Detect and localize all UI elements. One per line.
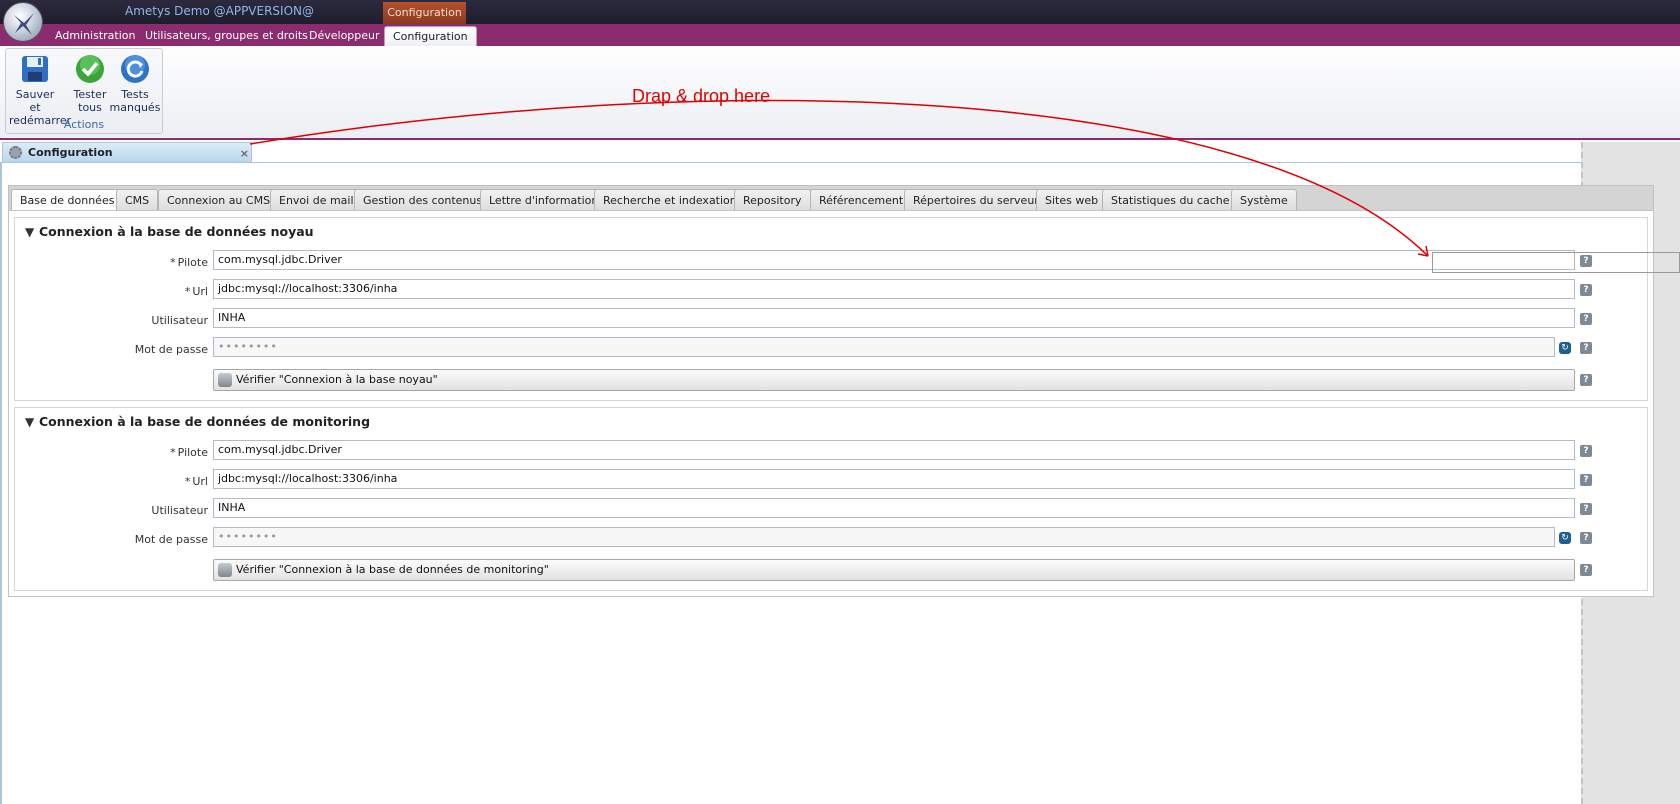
tab-administration[interactable]: Administration: [47, 26, 144, 46]
panel-left-border: [0, 162, 2, 804]
field-label-driver: * Pilote: [170, 446, 208, 459]
ribbon-group-label: Actions: [63, 118, 105, 131]
save-restart-button[interactable]: Sauver et redémarrer: [9, 51, 71, 127]
database-icon: [218, 563, 232, 577]
save-restart-label-line1: Sauver et: [15, 88, 55, 114]
help-icon[interactable]: ?: [1580, 474, 1592, 486]
monitoring-url-input[interactable]: jdbc:mysql://localhost:3306/inha: [213, 469, 1575, 489]
tab-lettre-d-information[interactable]: Lettre d'information: [480, 189, 608, 211]
user-input[interactable]: INHA: [213, 308, 1575, 328]
save-icon: [22, 56, 48, 82]
field-label-url: * Url: [184, 475, 208, 488]
section-title-text: Connexion à la base de données noyau: [39, 224, 314, 239]
verify-label: Vérifier "Connexion à la base noyau": [236, 373, 438, 386]
close-icon[interactable]: ×: [240, 144, 249, 163]
chevron-down-icon[interactable]: ▼: [25, 415, 39, 429]
verify-core-connection-button[interactable]: Vérifier "Connexion à la base noyau": [213, 369, 1575, 391]
driver-input[interactable]: com.mysql.jdbc.Driver: [213, 250, 1575, 270]
reset-password-icon[interactable]: ↻: [1559, 532, 1571, 544]
field-label-user: Utilisateur: [151, 504, 208, 517]
tab-envoi-de-mail[interactable]: Envoi de mail: [270, 189, 363, 211]
test-all-label-line1: Tester: [73, 88, 107, 101]
missed-tests-label-line1: Tests: [121, 88, 149, 101]
tab-cms[interactable]: CMS: [116, 189, 159, 211]
help-icon[interactable]: ?: [1580, 284, 1592, 296]
tab-users-groups-rights[interactable]: Utilisateurs, groupes et droits: [137, 26, 316, 46]
test-all-label-line2: tous: [78, 101, 102, 114]
section-title-text: Connexion à la base de données de monito…: [39, 414, 371, 429]
panel-divider: [0, 162, 1680, 163]
title-bar: Ametys Demo @APPVERSION@ Configuration: [0, 0, 1680, 24]
password-input[interactable]: ••••••••: [213, 337, 1555, 357]
tab-developer[interactable]: Développeur: [301, 26, 388, 46]
tab-configuration[interactable]: Configuration: [384, 26, 477, 46]
config-tab-strip: Base de données CMS Connexion au CMS Env…: [8, 185, 1654, 212]
section-title[interactable]: ▼ Connexion à la base de données de monit…: [25, 414, 370, 429]
chevron-down-icon[interactable]: ▼: [25, 225, 39, 239]
ribbon-group-actions: Sauver et redémarrer Tester tous Tests m…: [5, 48, 163, 134]
field-label-url: * Url: [184, 285, 208, 298]
missed-tests-label-line2: manqués: [109, 101, 161, 114]
field-label-user: Utilisateur: [151, 314, 208, 327]
monitoring-password-input[interactable]: ••••••••: [213, 527, 1555, 547]
ribbon: Sauver et redémarrer Tester tous Tests m…: [0, 46, 1680, 140]
panel-title: Configuration: [28, 146, 113, 159]
help-icon[interactable]: ?: [1580, 313, 1592, 325]
tab-recherche-et-indexation[interactable]: Recherche et indexation: [594, 189, 746, 211]
url-input[interactable]: jdbc:mysql://localhost:3306/inha: [213, 279, 1575, 299]
reset-password-icon[interactable]: ↻: [1559, 342, 1571, 354]
verify-label: Vérifier "Connexion à la base de données…: [236, 563, 549, 576]
tab-connexion-au-cms[interactable]: Connexion au CMS: [158, 189, 280, 211]
app-logo-icon[interactable]: [3, 2, 43, 42]
retry-icon: [121, 55, 149, 83]
field-label-driver: * Pilote: [170, 256, 208, 269]
monitoring-user-input[interactable]: INHA: [213, 498, 1575, 518]
help-icon[interactable]: ?: [1580, 445, 1592, 457]
missed-tests-button[interactable]: Tests manqués: [109, 51, 161, 117]
tab-gestion-des-contenus[interactable]: Gestion des contenus: [354, 189, 492, 211]
contextual-tab-configuration[interactable]: Configuration: [383, 2, 466, 24]
section-title[interactable]: ▼ Connexion à la base de données noyau: [25, 224, 314, 239]
tab-statistiques-du-cache[interactable]: Statistiques du cache: [1102, 189, 1239, 211]
drag-drop-annotation: Drap & drop here: [632, 86, 771, 106]
help-icon[interactable]: ?: [1580, 374, 1592, 386]
tab-referencement[interactable]: Référencement: [810, 189, 913, 211]
main-tab-bar: Administration Utilisateurs, groupes et …: [0, 24, 1680, 46]
tab-systeme[interactable]: Système: [1231, 189, 1297, 211]
gear-icon: [9, 146, 22, 159]
help-icon[interactable]: ?: [1580, 503, 1592, 515]
tab-repertoires-du-serveur[interactable]: Répertoires du serveur: [904, 189, 1048, 211]
verify-monitoring-connection-button[interactable]: Vérifier "Connexion à la base de données…: [213, 559, 1575, 581]
tab-repository[interactable]: Repository: [734, 189, 811, 211]
tab-sites-web[interactable]: Sites web: [1036, 189, 1108, 211]
monitoring-driver-input[interactable]: com.mysql.jdbc.Driver: [213, 440, 1575, 460]
help-icon[interactable]: ?: [1580, 342, 1592, 354]
app-title: Ametys Demo @APPVERSION@: [125, 4, 315, 18]
drop-target-outline: [1432, 252, 1680, 273]
database-icon: [218, 373, 232, 387]
tab-base-de-donnees[interactable]: Base de données: [11, 189, 124, 212]
field-label-password: Mot de passe: [134, 533, 208, 546]
check-icon: [76, 55, 104, 83]
help-icon[interactable]: ?: [1580, 564, 1592, 576]
help-icon[interactable]: ?: [1580, 532, 1592, 544]
panel-tab-configuration[interactable]: Configuration ×: [2, 142, 252, 163]
field-label-password: Mot de passe: [134, 343, 208, 356]
